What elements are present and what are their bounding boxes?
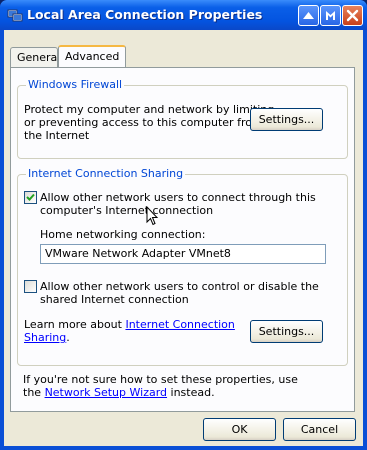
firewall-settings-button[interactable]: Settings...	[250, 108, 323, 131]
allow-control-checkbox[interactable]	[24, 280, 37, 293]
properties-window: Local Area Connection Properties General…	[0, 0, 367, 450]
ics-help-link-continued[interactable]: Sharing	[24, 331, 66, 344]
home-networking-label: Home networking connection:	[40, 228, 206, 241]
minimize-icon	[303, 12, 314, 19]
ics-settings-button[interactable]: Settings...	[250, 320, 323, 343]
allow-control-label-line1[interactable]: Allow other network users to control or …	[40, 280, 319, 293]
footer-prefix: the	[23, 386, 45, 399]
ics-group: Internet Connection Sharing Allow other …	[17, 167, 348, 366]
close-icon	[346, 9, 359, 22]
help-icon	[326, 11, 335, 20]
ok-button[interactable]: OK	[203, 418, 276, 441]
dialog-body: General Advanced Windows Firewall Protec…	[4, 30, 363, 446]
learn-more-line2: Sharing.	[24, 331, 70, 344]
learn-more-suffix: .	[66, 331, 70, 344]
tab-advanced-label: Advanced	[65, 50, 120, 63]
home-networking-field[interactable]: VMware Network Adapter VMnet8	[40, 244, 326, 264]
learn-more-line1: Learn more about Internet Connection	[24, 318, 235, 331]
tab-general[interactable]: General	[10, 47, 61, 67]
close-button[interactable]	[342, 5, 363, 26]
window-title: Local Area Connection Properties	[27, 7, 263, 22]
ics-help-link[interactable]: Internet Connection	[125, 318, 234, 331]
network-connection-icon	[7, 7, 23, 23]
minimize-button[interactable]	[298, 5, 319, 26]
firewall-description-line2: or preventing access to this computer fr…	[24, 116, 263, 129]
footer-line1: If you're not sure how to set these prop…	[23, 373, 298, 386]
allow-connect-checkbox[interactable]	[24, 191, 37, 204]
footer-line2: the Network Setup Wizard instead.	[23, 386, 215, 399]
network-setup-wizard-link[interactable]: Network Setup Wizard	[45, 386, 167, 399]
firewall-group-title: Windows Firewall	[26, 78, 125, 91]
title-bar[interactable]: Local Area Connection Properties	[0, 0, 367, 30]
footer-suffix: instead.	[167, 386, 215, 399]
help-button[interactable]	[320, 5, 341, 26]
firewall-group: Windows Firewall Protect my computer and…	[17, 78, 348, 159]
tab-advanced[interactable]: Advanced	[58, 45, 126, 67]
firewall-description-line3: the Internet	[24, 129, 90, 142]
tab-panel: Windows Firewall Protect my computer and…	[10, 67, 355, 412]
ics-group-title: Internet Connection Sharing	[26, 167, 186, 180]
allow-connect-label-line1[interactable]: Allow other network users to connect thr…	[40, 191, 316, 204]
mouse-pointer-icon	[146, 206, 159, 226]
learn-more-prefix: Learn more about	[24, 318, 126, 331]
checkmark-icon	[26, 193, 35, 201]
tab-general-label: General	[17, 51, 61, 64]
allow-connect-label-line2[interactable]: computer's Internet connection	[40, 204, 213, 217]
allow-control-label-line2[interactable]: shared Internet connection	[40, 293, 189, 306]
cancel-button[interactable]: Cancel	[283, 418, 356, 441]
firewall-description-line1: Protect my computer and network by limit…	[24, 103, 275, 116]
